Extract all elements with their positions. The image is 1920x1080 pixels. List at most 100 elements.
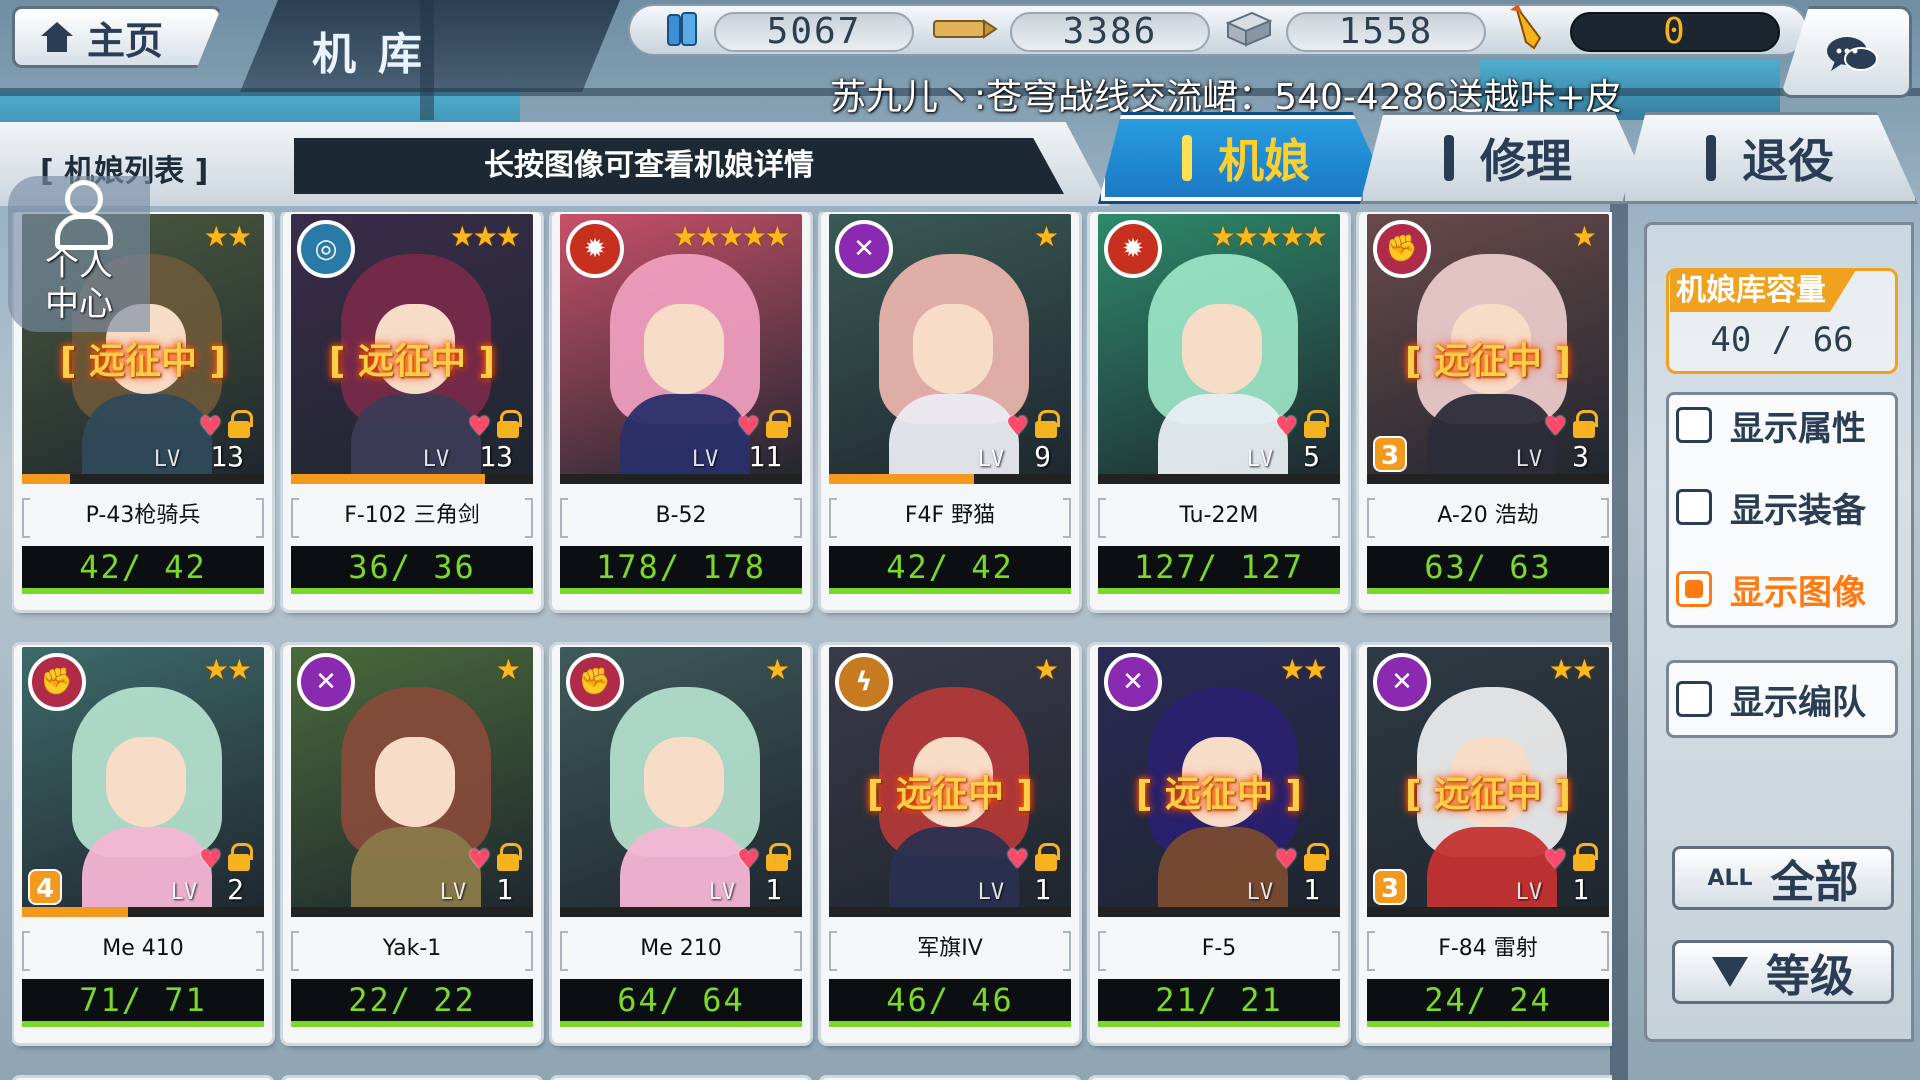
filter-all-button[interactable]: ALL 全部 xyxy=(1672,846,1894,910)
level-value: 1 xyxy=(496,873,513,906)
star-rating: ★ xyxy=(1571,220,1597,253)
star-rating: ★★★★★ xyxy=(672,220,790,253)
level-value: 13 xyxy=(210,440,244,473)
option-show-image[interactable]: 显示图像 xyxy=(1676,562,1886,616)
option-label: 显示图像 xyxy=(1730,572,1866,613)
level-display: LV 9 xyxy=(978,440,1051,473)
bomb-icon xyxy=(1510,4,1542,50)
option-show-equipment[interactable]: 显示装备 xyxy=(1676,480,1886,534)
pilot-portrait[interactable]: ✕ ★★ [ 远征中 ] 3 ♥ LV 1 xyxy=(1367,647,1609,915)
pilot-card[interactable]: ✕ ★ ♥ LV 9 F4F 野猫 42/ 42 xyxy=(821,212,1079,610)
fuel-value: 5067 xyxy=(714,12,914,52)
pilot-name: F-84 雷射 xyxy=(1367,925,1609,973)
lv-label: LV xyxy=(439,880,467,905)
hint-bar: 长按图像可查看机娘详情 xyxy=(294,138,1064,194)
lv-label: LV xyxy=(1246,880,1274,905)
checkbox[interactable] xyxy=(1676,681,1712,717)
tab-label: 退役 xyxy=(1742,134,1834,188)
hp-bar: 24/ 24 xyxy=(1367,979,1609,1027)
star-rating: ★★ xyxy=(203,220,252,253)
pilot-card[interactable]: ✹ ★★★★★ ♥ LV 5 Tu-22M 127/ 127 xyxy=(1090,212,1348,610)
checkbox[interactable] xyxy=(1676,571,1712,607)
type-icon: ϟ xyxy=(835,653,893,711)
rank-badge: 3 xyxy=(1373,869,1407,905)
lv-label: LV xyxy=(977,447,1005,472)
pilot-card[interactable]: ✊ ★ [ 远征中 ] 3 ♥ LV 3 A-20 浩劫 63/ 63 xyxy=(1359,212,1612,610)
type-icon: ✕ xyxy=(1104,653,1162,711)
fuel-icon xyxy=(667,12,697,46)
pilot-card[interactable]: ✕ ★★ [ 远征中 ] 3 ♥ LV 1 F-84 雷射 24/ 24 xyxy=(1359,645,1612,1043)
lock-icon xyxy=(1035,843,1060,871)
sort-label: 等级 xyxy=(1766,951,1854,1002)
pilot-card[interactable]: ✹ ★★★★★ ♥ LV 11 B-52 178/ 178 xyxy=(552,212,810,610)
pilot-portrait[interactable]: ✕ ★ ♥ LV 1 xyxy=(291,647,533,915)
pilot-card[interactable]: ◎ ★★★ [ 远征中 ] ♥ LV 13 F-102 三角剑 36/ 36 xyxy=(283,212,541,610)
pilot-portrait[interactable]: ✊ ★★ 4 ♥ LV 2 xyxy=(22,647,264,915)
exp-bar xyxy=(291,474,533,484)
home-label: 主页 xyxy=(87,18,164,63)
option-label: 显示装备 xyxy=(1730,490,1866,531)
option-show-team[interactable]: 显示编队 xyxy=(1676,672,1886,726)
pilot-card[interactable]: ✊ ★ ♥ LV 1 Me 210 64/ 64 xyxy=(552,645,810,1043)
tab-label: 机娘 xyxy=(1218,134,1310,188)
tab-repair[interactable]: 修理 xyxy=(1360,112,1656,204)
tab-marker xyxy=(1706,135,1716,181)
lock-icon xyxy=(1573,843,1598,871)
heart-icon: ♥ xyxy=(1543,845,1567,875)
level-display: LV 1 xyxy=(1516,873,1589,906)
level-display: LV 13 xyxy=(423,440,513,473)
type-icon: ✕ xyxy=(297,653,355,711)
pilot-portrait[interactable]: ✊ ★ [ 远征中 ] 3 ♥ LV 3 xyxy=(1367,214,1609,482)
pilot-name: F4F 野猫 xyxy=(829,492,1071,540)
pilot-portrait[interactable]: ✕ ★ ♥ LV 9 xyxy=(829,214,1071,482)
pilot-name: F-102 三角剑 xyxy=(291,492,533,540)
star-rating: ★★★★★ xyxy=(1210,220,1328,253)
level-value: 1 xyxy=(1303,873,1320,906)
pilot-portrait[interactable]: ✕ ★★ [ 远征中 ] ♥ LV 1 xyxy=(1098,647,1340,915)
level-value: 3 xyxy=(1572,440,1589,473)
expedition-status: [ 远征中 ] xyxy=(867,774,1033,815)
type-icon: ✹ xyxy=(1104,220,1162,278)
hp-bar: 127/ 127 xyxy=(1098,546,1340,594)
steel-value: 1558 xyxy=(1286,12,1486,52)
capacity-label: 机娘库容量 xyxy=(1670,270,1856,312)
exp-bar xyxy=(560,907,802,917)
type-icon: ✹ xyxy=(566,220,624,278)
ammo-icon xyxy=(933,19,998,39)
lock-icon xyxy=(1573,410,1598,438)
pilot-portrait[interactable]: ◎ ★★★ [ 远征中 ] ♥ LV 13 xyxy=(291,214,533,482)
pilot-portrait[interactable]: ✊ ★ ♥ LV 1 xyxy=(560,647,802,915)
pilot-portrait[interactable]: ✹ ★★★★★ ♥ LV 11 xyxy=(560,214,802,482)
home-icon xyxy=(41,22,73,52)
sort-level-button[interactable]: 等级 xyxy=(1672,940,1894,1004)
hp-bar: 21/ 21 xyxy=(1098,979,1340,1027)
heart-icon: ♥ xyxy=(1274,845,1298,875)
tab-retire[interactable]: 退役 xyxy=(1622,112,1918,204)
ammo-value: 3386 xyxy=(1010,12,1210,52)
pilot-portrait[interactable]: ✹ ★★★★★ ♥ LV 5 xyxy=(1098,214,1340,482)
checkbox[interactable] xyxy=(1676,489,1712,525)
expedition-status: [ 远征中 ] xyxy=(329,341,495,382)
hp-bar: 46/ 46 xyxy=(829,979,1071,1027)
heart-icon: ♥ xyxy=(198,845,222,875)
personal-center-button[interactable]: 个人 中心 xyxy=(8,176,150,332)
lv-label: LV xyxy=(691,447,719,472)
heart-icon: ♥ xyxy=(736,412,760,442)
home-button[interactable]: 主页 xyxy=(12,6,222,68)
level-value: 1 xyxy=(1034,873,1051,906)
pilot-card[interactable]: ϟ ★ [ 远征中 ] ♥ LV 1 军旗IV 46/ 46 xyxy=(821,645,1079,1043)
checkbox[interactable] xyxy=(1676,407,1712,443)
pilot-card[interactable]: ✕ ★★ [ 远征中 ] ♥ LV 1 F-5 21/ 21 xyxy=(1090,645,1348,1043)
level-display: LV 1 xyxy=(978,873,1051,906)
pilot-card[interactable]: ✊ ★★ 4 ♥ LV 2 Me 410 71/ 71 xyxy=(14,645,272,1043)
pilot-card[interactable]: ✕ ★ ♥ LV 1 Yak-1 22/ 22 xyxy=(283,645,541,1043)
pilot-name: A-20 浩劫 xyxy=(1367,492,1609,540)
option-show-attributes[interactable]: 显示属性 xyxy=(1676,398,1886,452)
tab-pilots[interactable]: 机娘 xyxy=(1098,112,1394,204)
star-rating: ★ xyxy=(495,653,521,686)
level-display: LV 13 xyxy=(154,440,244,473)
type-icon: ✊ xyxy=(28,653,86,711)
pilot-portrait[interactable]: ϟ ★ [ 远征中 ] ♥ LV 1 xyxy=(829,647,1071,915)
lock-icon xyxy=(1304,410,1329,438)
page-title: 机库 xyxy=(312,29,444,80)
